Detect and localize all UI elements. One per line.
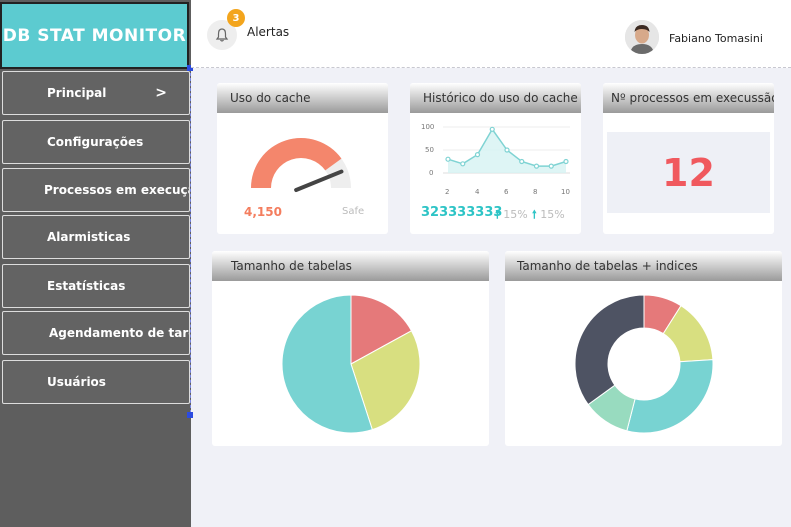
x-tick-label: 8	[533, 188, 537, 196]
sidebar-item-configuracoes[interactable]: Configurações	[2, 120, 190, 164]
top-bar: 3 Alertas Fabiano Tomasini	[191, 0, 791, 68]
arrow-up-icon: 🠕	[532, 208, 537, 221]
processes-count: 12	[662, 150, 715, 195]
table-index-size-card: Tamanho de tabelas + indices	[505, 251, 782, 446]
card-title: Tamanho de tabelas	[212, 251, 489, 281]
cache-history-card: Histórico do uso do cache 100 50 0 2 4 6…	[410, 83, 581, 234]
cache-value: 4,150	[244, 205, 282, 219]
processes-card: Nº processos em execussão 12	[603, 83, 774, 234]
sidebar-item-label: Alarmisticas	[47, 230, 131, 244]
cache-status: Safe	[342, 206, 365, 217]
card-title: Nº processos em execussão	[603, 83, 774, 113]
history-point	[445, 156, 451, 162]
pie-slice[interactable]	[574, 294, 645, 406]
arrow-up-icon: 🠕	[495, 208, 500, 221]
card-title: Uso do cache	[217, 83, 388, 113]
y-tick-label: 50	[425, 146, 434, 154]
history-change-1: 🠕 15%	[495, 206, 528, 225]
chevron-right-icon: >	[155, 85, 167, 101]
history-change-2: 🠕 15%	[532, 206, 565, 225]
sidebar-item-label: Configurações	[47, 135, 144, 149]
history-value: 323333333	[421, 205, 503, 220]
sidebar-item-label: Processos em execução	[44, 183, 190, 197]
app-logo: DB STAT MONITOR	[0, 2, 189, 69]
history-point	[563, 158, 569, 165]
history-point	[474, 151, 481, 158]
card-title: Histórico do uso do cache	[410, 83, 581, 113]
alerts-count-badge: 3	[227, 9, 245, 27]
history-point	[504, 147, 510, 153]
resize-handle[interactable]	[187, 412, 193, 418]
x-tick-label: 4	[475, 188, 480, 196]
history-pct: 15%	[503, 208, 528, 221]
history-point	[519, 158, 525, 165]
x-tick-label: 2	[445, 188, 449, 196]
sidebar-item-label: Principal	[47, 86, 107, 100]
sidebar-item-label: Estatísticas	[47, 279, 126, 293]
x-tick-label: 6	[504, 188, 509, 196]
alerts-label[interactable]: Alertas	[247, 25, 289, 39]
table-size-card: Tamanho de tabelas	[212, 251, 489, 446]
sidebar-item-label: Agendamento de tarefas	[49, 326, 189, 340]
history-sparkline: 100 50 0 2 4 6 8 10	[421, 123, 570, 196]
table-size-pie	[281, 294, 421, 434]
sidebar-item-processos[interactable]: Processos em execução	[2, 168, 190, 212]
sidebar-item-principal[interactable]: Principal >	[2, 71, 190, 115]
sidebar: DB STAT MONITOR Principal > Configuraçõe…	[0, 0, 191, 527]
user-name[interactable]: Fabiano Tomasini	[669, 32, 763, 45]
history-point	[548, 163, 554, 169]
card-title: Tamanho de tabelas + indices	[505, 251, 782, 281]
sidebar-item-usuarios[interactable]: Usuários	[2, 360, 190, 404]
cache-usage-card: Uso do cache 4,150 Safe	[217, 83, 388, 234]
history-point	[460, 161, 466, 167]
avatar[interactable]	[625, 20, 659, 54]
table-index-donut	[574, 294, 714, 434]
history-point	[489, 126, 495, 132]
history-point	[533, 163, 540, 169]
sidebar-item-agendamento[interactable]: Agendamento de tarefas	[2, 311, 190, 355]
processes-box: 12	[607, 132, 770, 213]
pie-slice[interactable]	[626, 359, 714, 434]
y-tick-label: 0	[429, 169, 433, 177]
x-tick-label: 10	[561, 188, 570, 196]
history-pct: 15%	[540, 208, 565, 221]
user-avatar-icon	[625, 20, 659, 54]
sidebar-item-alarmisticas[interactable]: Alarmisticas	[2, 215, 190, 259]
y-tick-label: 100	[421, 123, 434, 131]
sidebar-item-estatisticas[interactable]: Estatísticas	[2, 264, 190, 308]
sidebar-item-label: Usuários	[47, 375, 106, 389]
selection-outline	[190, 68, 191, 418]
gauge-fill	[251, 138, 342, 188]
bell-icon	[215, 28, 229, 42]
